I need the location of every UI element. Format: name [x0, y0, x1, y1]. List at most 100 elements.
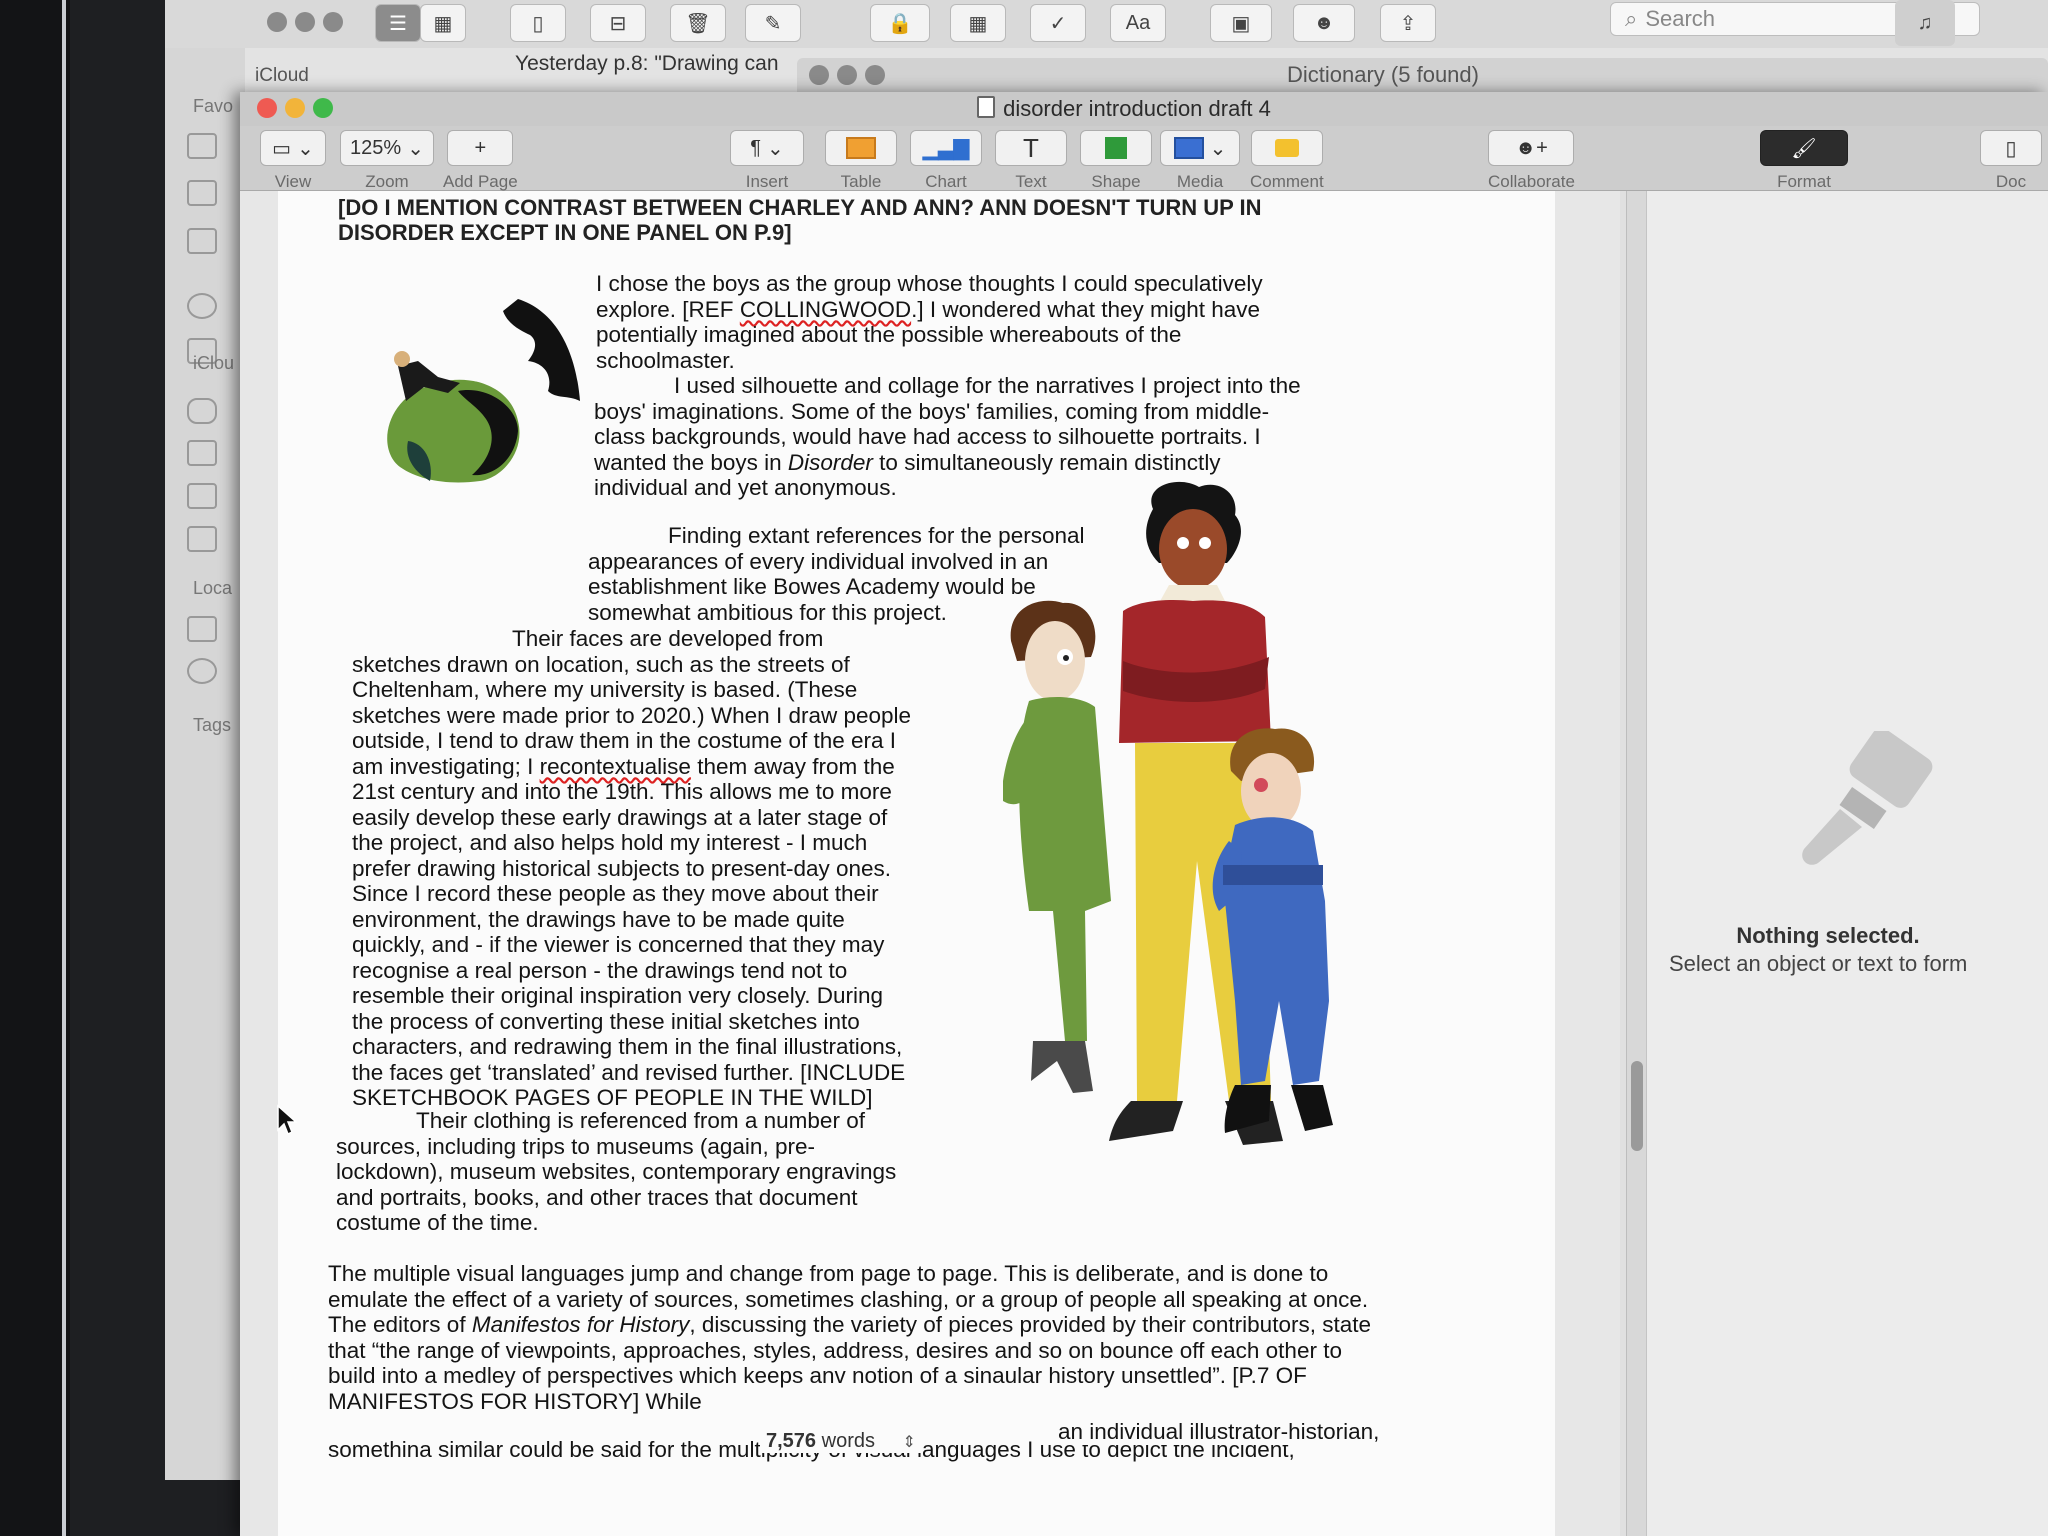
add-page-tool[interactable]: + Add Page	[443, 130, 518, 192]
new-note-button[interactable]: ✎	[745, 4, 801, 42]
media-label: Media	[1176, 172, 1224, 191]
paragraph-icon: ¶	[750, 136, 761, 159]
zoom-tool[interactable]: 125% ⌄ Zoom	[340, 130, 434, 192]
document-icon	[977, 96, 996, 118]
sidebar-folder-icon[interactable]	[187, 616, 217, 642]
dictionary-minimize-button[interactable]	[837, 65, 857, 85]
comment-tool[interactable]: Comment	[1250, 130, 1324, 192]
sidebar-folder-icon[interactable]	[187, 526, 217, 552]
note-list-item[interactable]: Yesterday p.8: "Drawing can	[515, 52, 779, 76]
bar-chart-icon: ▁▃▇	[922, 137, 970, 160]
collaborate-tool[interactable]: ☻+ Collaborate	[1488, 130, 1575, 192]
collaborate-button[interactable]: ☻+	[1488, 130, 1575, 166]
document-button[interactable]: ▯	[1980, 130, 2042, 166]
table-button[interactable]: ▦	[950, 4, 1006, 42]
globe-icon[interactable]	[187, 658, 217, 684]
spellcheck-flagged-word[interactable]: COLLINGWOOD	[740, 297, 911, 322]
paragraph-2[interactable]: I used silhouette and collage for the na…	[594, 373, 1314, 501]
sidebar-folder-icon[interactable]	[187, 483, 217, 509]
editor-note[interactable]: [DO I MENTION CONTRAST BETWEEN CHARLEY A…	[338, 195, 1338, 245]
insert-button[interactable]: ¶ ⌄	[730, 130, 804, 166]
sidebar-folder-icon[interactable]	[187, 180, 217, 206]
table-icon: ▦	[968, 12, 988, 35]
zoom-select[interactable]: 125% ⌄	[340, 130, 434, 166]
inspector-empty-title: Nothing selected.	[1736, 923, 1920, 948]
music-dock-icon[interactable]: ♫	[1895, 0, 1955, 46]
dictionary-zoom-button[interactable]	[865, 65, 885, 85]
sidebar-toggle-button[interactable]: ▯	[510, 4, 566, 42]
paragraph-6-partial-line[interactable]: an individual illustrator-historian,	[1058, 1419, 1458, 1445]
table-tool[interactable]: Table	[825, 130, 897, 192]
add-page-button[interactable]: +	[447, 130, 514, 166]
word-count-number: 7,576	[766, 1430, 817, 1452]
sidebar-tags-label: Tags	[193, 715, 232, 735]
lock-button[interactable]: 🔒	[870, 4, 930, 42]
grid-icon: ▦	[433, 12, 453, 35]
list-view-button[interactable]: ☰	[375, 4, 421, 42]
view-label: View	[274, 172, 312, 191]
compose-icon: ✎	[764, 12, 782, 35]
paragraph-4[interactable]: Their faces are developed from sketches …	[352, 626, 917, 1111]
comment-icon	[1274, 139, 1299, 157]
up-down-chevron-icon[interactable]: ⇕	[903, 1434, 916, 1451]
gallery-view-button[interactable]: ▦	[420, 4, 466, 42]
notes-sidebar: Favo iClou Loca Tags	[165, 48, 245, 1480]
italic-title: Disorder	[787, 449, 873, 475]
collaborate-notes-button[interactable]: ☻	[1293, 4, 1355, 42]
format-text-button[interactable]: Aa	[1110, 4, 1166, 42]
sidebar-folder-icon[interactable]	[187, 440, 217, 466]
scrollbar-thumb[interactable]	[1631, 1061, 1643, 1151]
paragraph-5[interactable]: Their clothing is referenced from a numb…	[336, 1108, 916, 1236]
chart-button[interactable]: ▁▃▇	[910, 130, 982, 166]
checklist-button[interactable]: ✓	[1030, 4, 1086, 42]
table-button[interactable]	[825, 130, 897, 166]
view-button[interactable]: ▭ ⌄	[260, 130, 326, 166]
italic-title: Manifestos for History	[471, 1312, 690, 1337]
media-tool[interactable]: ⌄ Media	[1160, 130, 1240, 192]
screen-edge	[62, 0, 66, 1536]
silhouette-collage-image[interactable]	[368, 291, 598, 521]
notes-zoom-button[interactable]	[323, 12, 343, 32]
photo-icon: ▣	[1231, 12, 1251, 35]
sidebar-folder-icon[interactable]	[187, 133, 217, 159]
vertical-scrollbar[interactable]	[1626, 191, 1647, 1536]
document-tool[interactable]: ▯ Doc	[1980, 130, 2042, 192]
delete-note-button[interactable]: 🗑	[670, 4, 726, 42]
text-button[interactable]: T	[995, 130, 1067, 166]
view-tool[interactable]: ▭ ⌄ View	[260, 130, 326, 192]
plus-icon: +	[474, 136, 487, 159]
document-page[interactable]: [DO I MENTION CONTRAST BETWEEN CHARLEY A…	[278, 191, 1555, 1536]
media-button[interactable]: ▣	[1210, 4, 1272, 42]
notes-minimize-button[interactable]	[295, 12, 315, 32]
paragraph-3[interactable]: Finding extant references for the person…	[588, 523, 1098, 625]
comment-button[interactable]	[1250, 130, 1323, 166]
document-canvas[interactable]: [DO I MENTION CONTRAST BETWEEN CHARLEY A…	[240, 191, 1620, 1536]
format-tool[interactable]: 🖌 Format	[1760, 130, 1848, 192]
paragraph-1[interactable]: I chose the boys as the group whose thou…	[596, 271, 1316, 373]
lock-icon: 🔒	[887, 12, 913, 35]
format-button[interactable]: 🖌	[1760, 130, 1848, 166]
sidebar-item-icon[interactable]	[187, 293, 217, 319]
cloud-icon[interactable]	[187, 398, 217, 424]
insert-tool[interactable]: ¶ ⌄ Insert	[730, 130, 804, 192]
notes-close-button[interactable]	[267, 12, 287, 32]
shape-tool[interactable]: Shape	[1080, 130, 1152, 192]
paragraph-5-text: Their clothing is referenced from a numb…	[336, 1108, 897, 1235]
attachments-button[interactable]: ⊟	[590, 4, 646, 42]
paragraph-6[interactable]: The multiple visual languages jump and c…	[328, 1261, 1383, 1414]
spellcheck-flagged-word[interactable]: recontextualise	[540, 754, 691, 779]
shape-icon	[1105, 137, 1127, 159]
chart-tool[interactable]: ▁▃▇ Chart	[910, 130, 982, 192]
pages-titlebar: disorder introduction draft 4	[240, 92, 2048, 126]
paragraph-3-text: Finding extant references for the person…	[588, 523, 1085, 625]
sidebar-folder-icon[interactable]	[187, 228, 217, 254]
table-icon	[846, 137, 876, 159]
dictionary-close-button[interactable]	[809, 65, 829, 85]
shape-button[interactable]	[1080, 130, 1152, 166]
word-count-indicator[interactable]: 7,576 words ⇕	[760, 1430, 922, 1453]
media-button[interactable]: ⌄	[1160, 130, 1240, 166]
share-button[interactable]: ⇪	[1380, 4, 1436, 42]
sidebar-icloud-label: iClou	[193, 353, 235, 373]
text-label: Text	[1015, 172, 1047, 191]
text-tool[interactable]: T Text	[995, 130, 1067, 192]
